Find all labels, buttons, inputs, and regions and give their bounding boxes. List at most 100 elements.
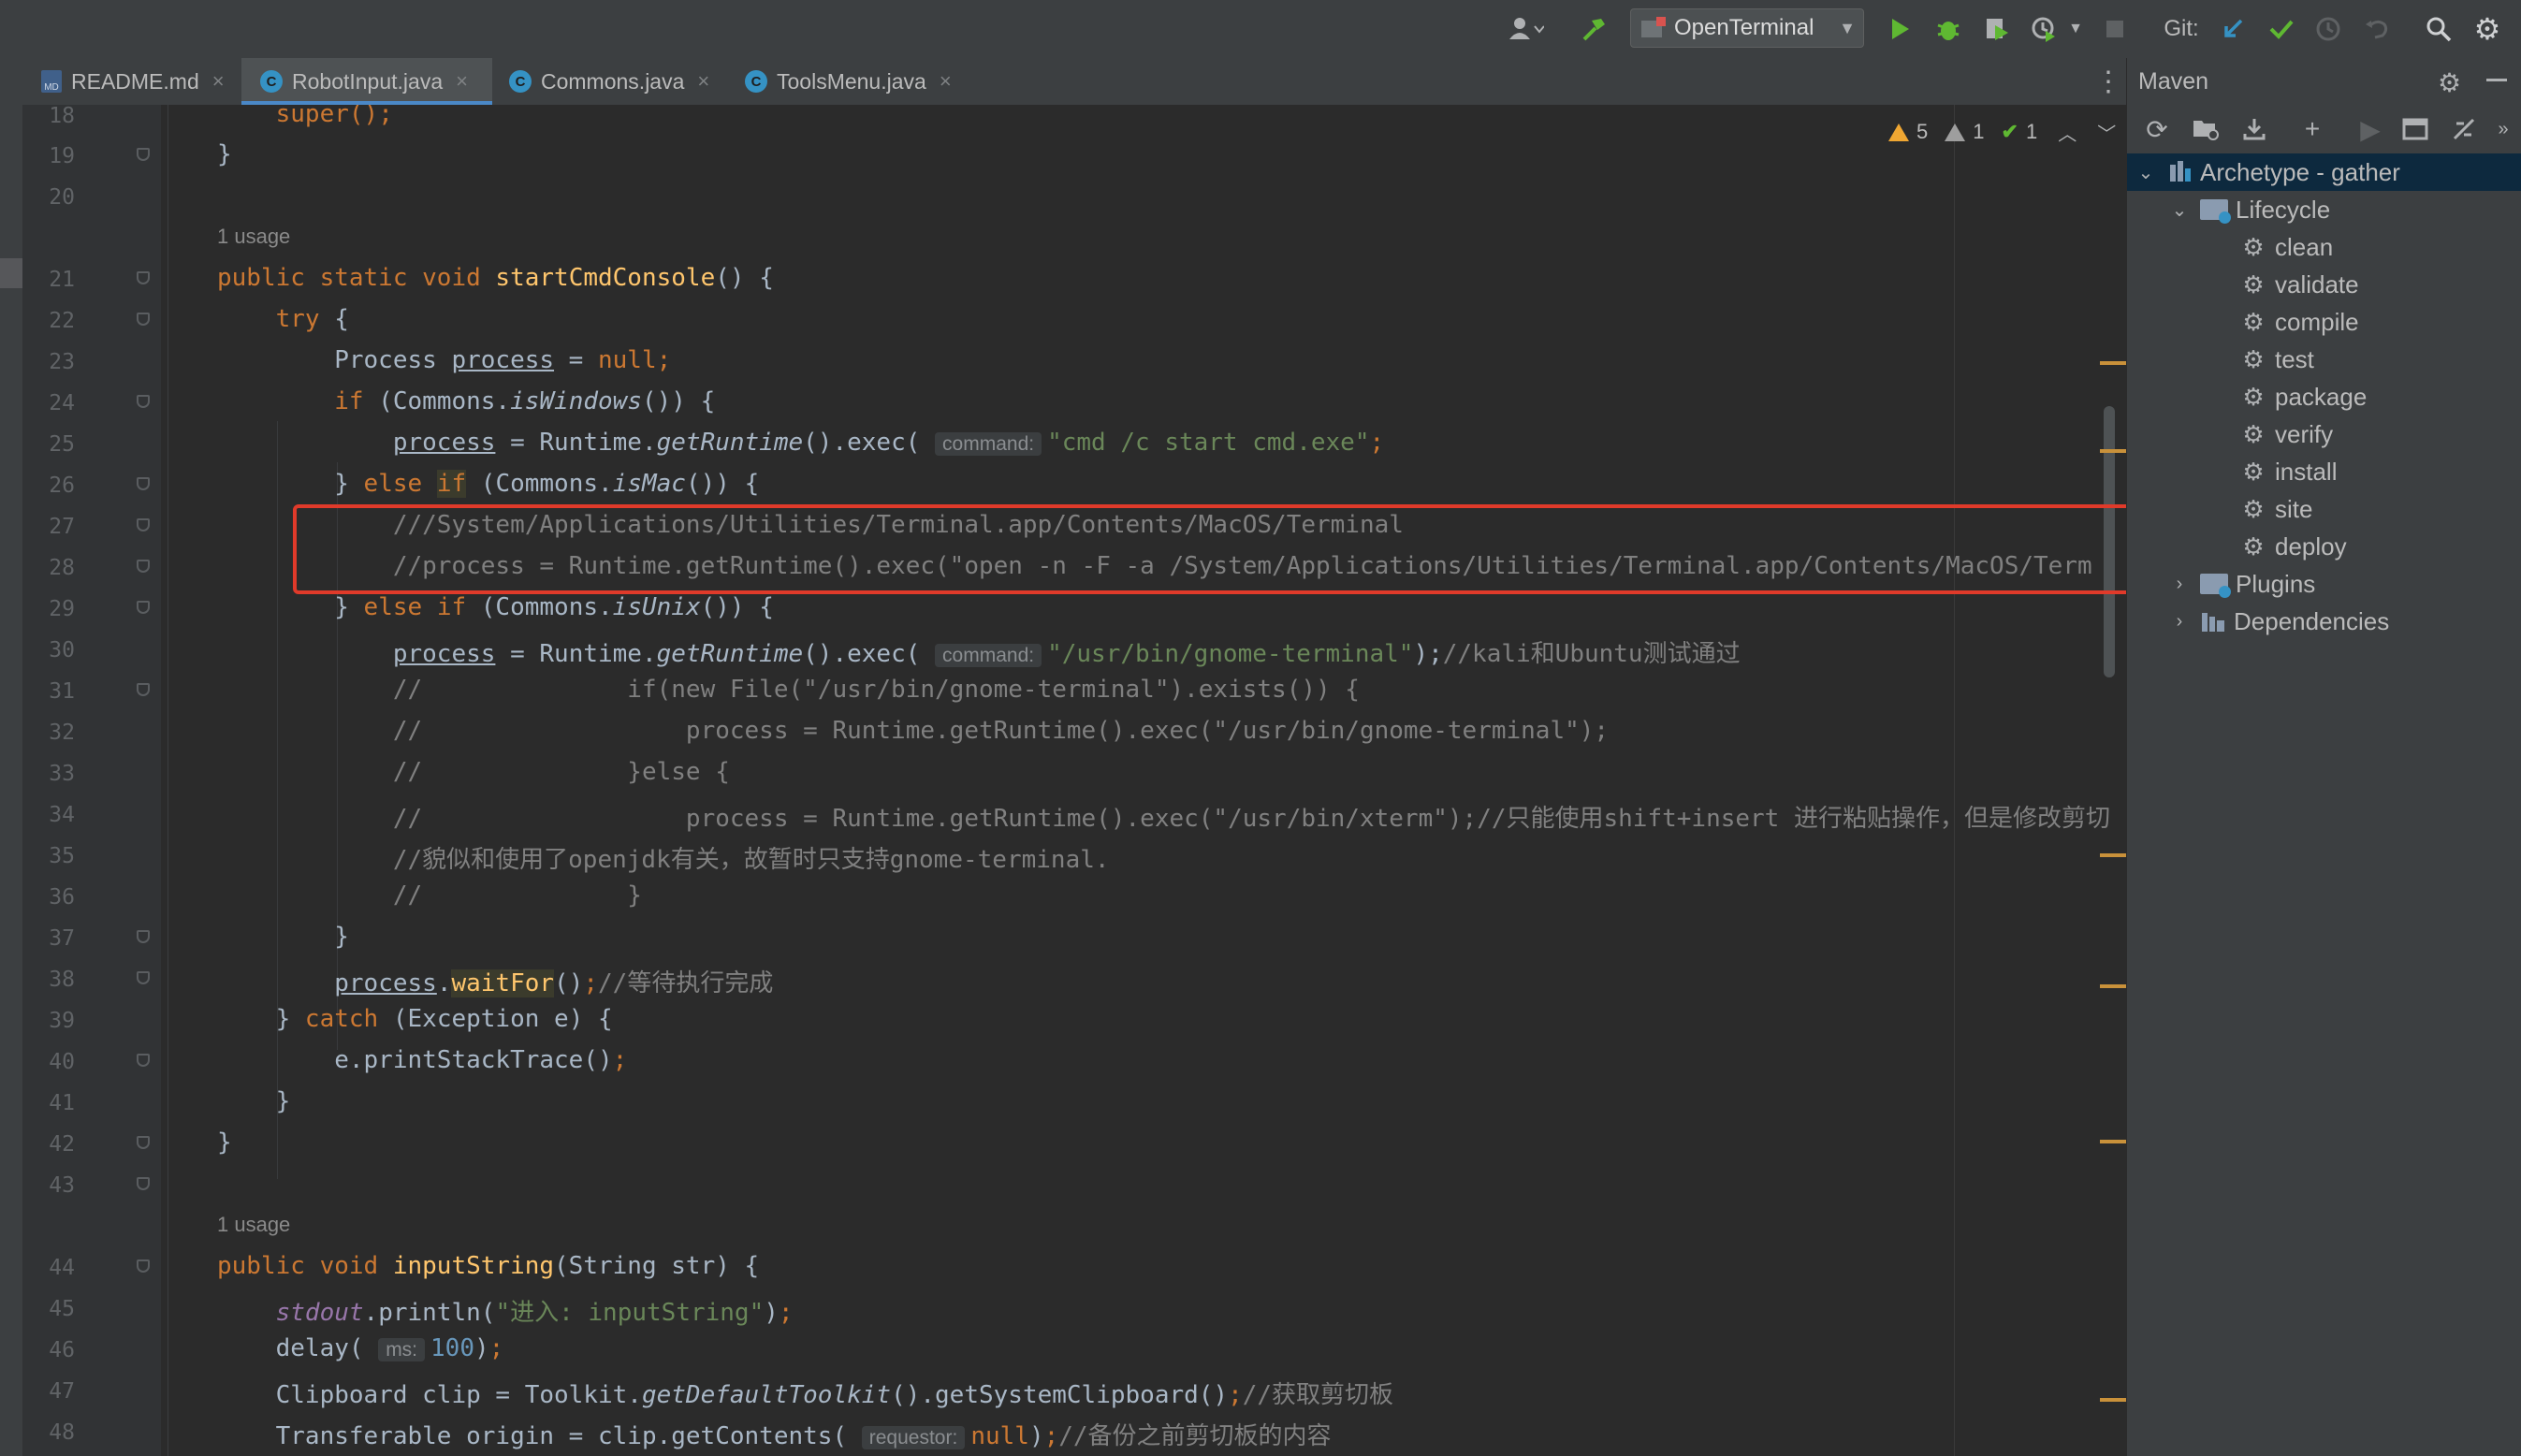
close-icon[interactable]: × [456, 69, 468, 94]
download-icon[interactable] [2237, 112, 2271, 146]
git-commit-check-icon[interactable] [2263, 0, 2300, 58]
tree-item-goal-compile[interactable]: ⚙ compile [2127, 303, 2521, 341]
tab-menu-kebab-icon[interactable]: ⋮ [2094, 58, 2122, 105]
gear-icon: ⚙ [2242, 344, 2265, 373]
chevron-down-icon[interactable]: ﹀ [2097, 119, 2116, 146]
fold-marker-icon[interactable] [137, 518, 150, 531]
profile-icon[interactable] [2025, 0, 2062, 58]
fold-marker-icon[interactable] [137, 1054, 150, 1067]
line-number: 18 [49, 105, 75, 128]
usage-hint[interactable]: 1 usage [217, 225, 290, 249]
tree-item-goal-validate[interactable]: ⚙ validate [2127, 266, 2521, 303]
fold-marker-icon[interactable] [137, 971, 150, 984]
fold-marker-icon[interactable] [137, 1136, 150, 1149]
editor-tab-bar: MD README.md × C RobotInput.java × C Com… [0, 58, 2126, 106]
warning-count: 5 [1916, 120, 1929, 143]
tree-item-goal-clean[interactable]: ⚙ clean [2127, 228, 2521, 266]
tab-robotinput[interactable]: C RobotInput.java × [241, 58, 492, 105]
settings-gear-icon[interactable]: ⚙ [2469, 0, 2506, 58]
tab-readme[interactable]: MD README.md × [7, 58, 236, 105]
fold-marker-icon[interactable] [137, 1259, 150, 1273]
close-icon[interactable]: × [697, 69, 709, 94]
parameter-hint: ms: [378, 1338, 426, 1361]
tab-toolsmenu[interactable]: C ToolsMenu.java × [736, 58, 973, 105]
code-token: super(); [275, 105, 393, 128]
toggle-offline-icon[interactable] [2447, 112, 2481, 146]
run-configuration-selector[interactable]: OpenTerminal ▼ [1630, 8, 1864, 48]
code-editor[interactable]: 18 19 20 21 22 23 24 25 26 27 28 29 30 3… [0, 105, 2126, 1456]
tree-item-goal-site[interactable]: ⚙ site [2127, 490, 2521, 528]
parameter-hint: command: [935, 644, 1042, 667]
run-icon[interactable] [1881, 0, 1918, 58]
line-number: 34 [49, 803, 75, 827]
git-rollback-icon[interactable] [2358, 0, 2396, 58]
debug-bug-icon[interactable] [1930, 0, 1967, 58]
close-icon[interactable]: × [212, 69, 225, 94]
code-line: } catch (Exception e) { [217, 1005, 613, 1033]
tree-item-goal-install[interactable]: ⚙ install [2127, 453, 2521, 490]
git-update-icon[interactable] [2214, 0, 2251, 58]
usage-hint[interactable]: 1 usage [217, 1213, 290, 1237]
comment-text: //备份之前剪切板的内容 [1058, 1422, 1332, 1450]
more-run-options-icon[interactable]: ▼ [2064, 0, 2087, 58]
fold-marker-icon[interactable] [137, 395, 150, 408]
chevron-down-icon[interactable]: ⌄ [2170, 198, 2189, 222]
fold-marker-icon[interactable] [137, 313, 150, 326]
fold-marker-icon[interactable] [137, 683, 150, 696]
line-number: 22 [49, 309, 75, 333]
comment-text: //获取剪切板 [1242, 1381, 1394, 1409]
fold-marker-icon[interactable] [137, 930, 150, 943]
chevron-right-icon[interactable]: › [2170, 611, 2189, 633]
inspections-widget[interactable]: 5 1 ✔ 1 ︿ ﹀ [1888, 116, 2116, 148]
tab-commons[interactable]: C Commons.java × [498, 58, 728, 105]
line-number: 47 [49, 1379, 75, 1404]
fold-marker-icon[interactable] [137, 601, 150, 614]
close-icon[interactable]: × [940, 69, 952, 94]
chevron-up-icon[interactable]: ︿ [2058, 119, 2077, 146]
run-icon[interactable]: ▶ [2353, 112, 2387, 146]
warning-stripe-marker[interactable] [2100, 853, 2126, 857]
hide-panel-icon[interactable] [2486, 79, 2507, 81]
run-config-label: OpenTerminal [1674, 15, 1814, 40]
tree-item-dependencies[interactable]: › Dependencies [2127, 603, 2521, 640]
chevron-down-icon[interactable]: ⌄ [2136, 161, 2155, 184]
fold-marker-icon[interactable] [137, 560, 150, 573]
search-icon[interactable] [2420, 0, 2457, 58]
check-icon: ✔ [2001, 120, 2018, 143]
fold-marker-icon[interactable] [137, 271, 150, 284]
warning-stripe-marker[interactable] [2100, 449, 2126, 453]
stop-icon[interactable] [2098, 0, 2132, 58]
gear-icon[interactable]: ⚙ [2438, 67, 2461, 98]
line-number: 21 [49, 268, 75, 292]
build-hammer-icon[interactable] [1574, 0, 1615, 58]
gutter-bookmark-marker [0, 258, 22, 288]
line-number: 28 [49, 556, 75, 580]
git-history-icon[interactable] [2310, 0, 2347, 58]
add-icon[interactable]: + [2295, 112, 2329, 146]
warning-stripe-marker[interactable] [2100, 1140, 2126, 1143]
line-number: 39 [49, 1009, 75, 1033]
code-line: Process process = null; [217, 346, 672, 374]
user-icon[interactable] [1497, 0, 1553, 58]
add-folder-icon[interactable] [2189, 112, 2222, 146]
tree-item-lifecycle[interactable]: ⌄ Lifecycle [2127, 191, 2521, 228]
chevron-right-icon[interactable]: › [2170, 574, 2189, 595]
fold-marker-icon[interactable] [137, 148, 150, 161]
execute-goal-icon[interactable] [2398, 112, 2432, 146]
tree-item-goal-deploy[interactable]: ⚙ deploy [2127, 528, 2521, 565]
coverage-icon[interactable] [1978, 0, 2016, 58]
reload-icon[interactable]: ⟳ [2140, 112, 2174, 146]
code-line: try { [275, 305, 349, 333]
warning-stripe-marker[interactable] [2100, 361, 2126, 365]
warning-stripe-marker[interactable] [2100, 1398, 2126, 1402]
fold-marker-icon[interactable] [137, 477, 150, 490]
tree-item-goal-package[interactable]: ⚙ package [2127, 378, 2521, 415]
warning-stripe-marker[interactable] [2100, 984, 2126, 988]
comment-text: // process = Runtime.getRuntime().exec("… [392, 805, 2110, 833]
tree-item-plugins[interactable]: › Plugins [2127, 565, 2521, 603]
tree-item-goal-verify[interactable]: ⚙ verify [2127, 415, 2521, 453]
more-actions-icon[interactable]: » [2486, 112, 2520, 146]
tree-item-goal-test[interactable]: ⚙ test [2127, 341, 2521, 378]
tree-item-project[interactable]: ⌄ Archetype - gather [2127, 153, 2521, 191]
fold-marker-icon[interactable] [137, 1177, 150, 1190]
